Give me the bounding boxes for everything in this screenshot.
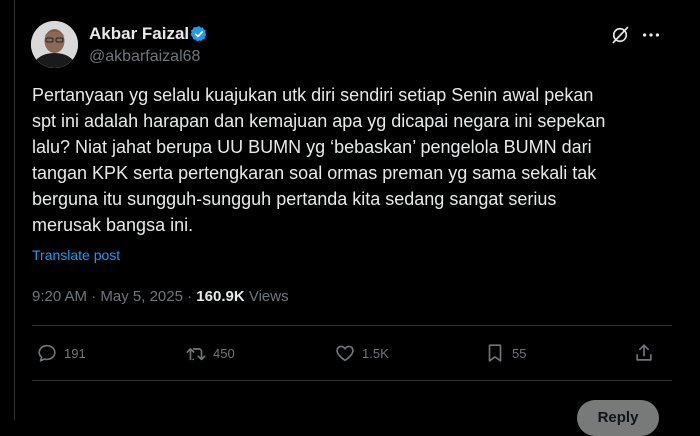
avatar[interactable]: [31, 21, 78, 68]
views-count: 160.9K: [196, 288, 245, 305]
repost-icon: [186, 348, 206, 361]
bookmark-action[interactable]: 55: [484, 341, 526, 365]
post-metadata: 9:20 AM · May 5, 2025 · 160.9K Views: [32, 287, 289, 307]
divider: [32, 325, 672, 326]
translate-post-link[interactable]: Translate post: [32, 246, 120, 264]
bookmark-icon: [488, 344, 502, 362]
like-action[interactable]: 1.5K: [334, 341, 389, 365]
more-icon[interactable]: [640, 24, 662, 46]
reply-button[interactable]: Reply: [577, 400, 659, 436]
author-display-name[interactable]: Akbar Faizal: [89, 24, 189, 44]
reply-count: 191: [64, 345, 86, 361]
meta-separator: ·: [187, 288, 193, 305]
repost-action[interactable]: 450: [185, 341, 235, 365]
meta-separator: ·: [91, 288, 97, 305]
repost-count: 450: [213, 345, 235, 361]
share-icon: [636, 344, 652, 361]
bookmark-count: 55: [512, 345, 527, 361]
like-count: 1.5K: [362, 345, 389, 361]
post-text: Pertanyaan yg selalu kuajukan utk diri s…: [32, 85, 606, 235]
share-action[interactable]: [633, 341, 655, 365]
grok-icon[interactable]: [610, 25, 630, 45]
post-time[interactable]: 9:20 AM: [32, 288, 87, 305]
reply-action[interactable]: 191: [36, 341, 86, 365]
author-handle[interactable]: @akbarfaizal68: [89, 47, 200, 67]
post-date[interactable]: May 5, 2025: [100, 288, 183, 305]
verified-badge-icon: [190, 26, 207, 42]
reply-icon: [38, 344, 56, 362]
views-label: Views: [248, 288, 289, 305]
like-icon: [336, 345, 354, 362]
divider: [32, 380, 672, 381]
